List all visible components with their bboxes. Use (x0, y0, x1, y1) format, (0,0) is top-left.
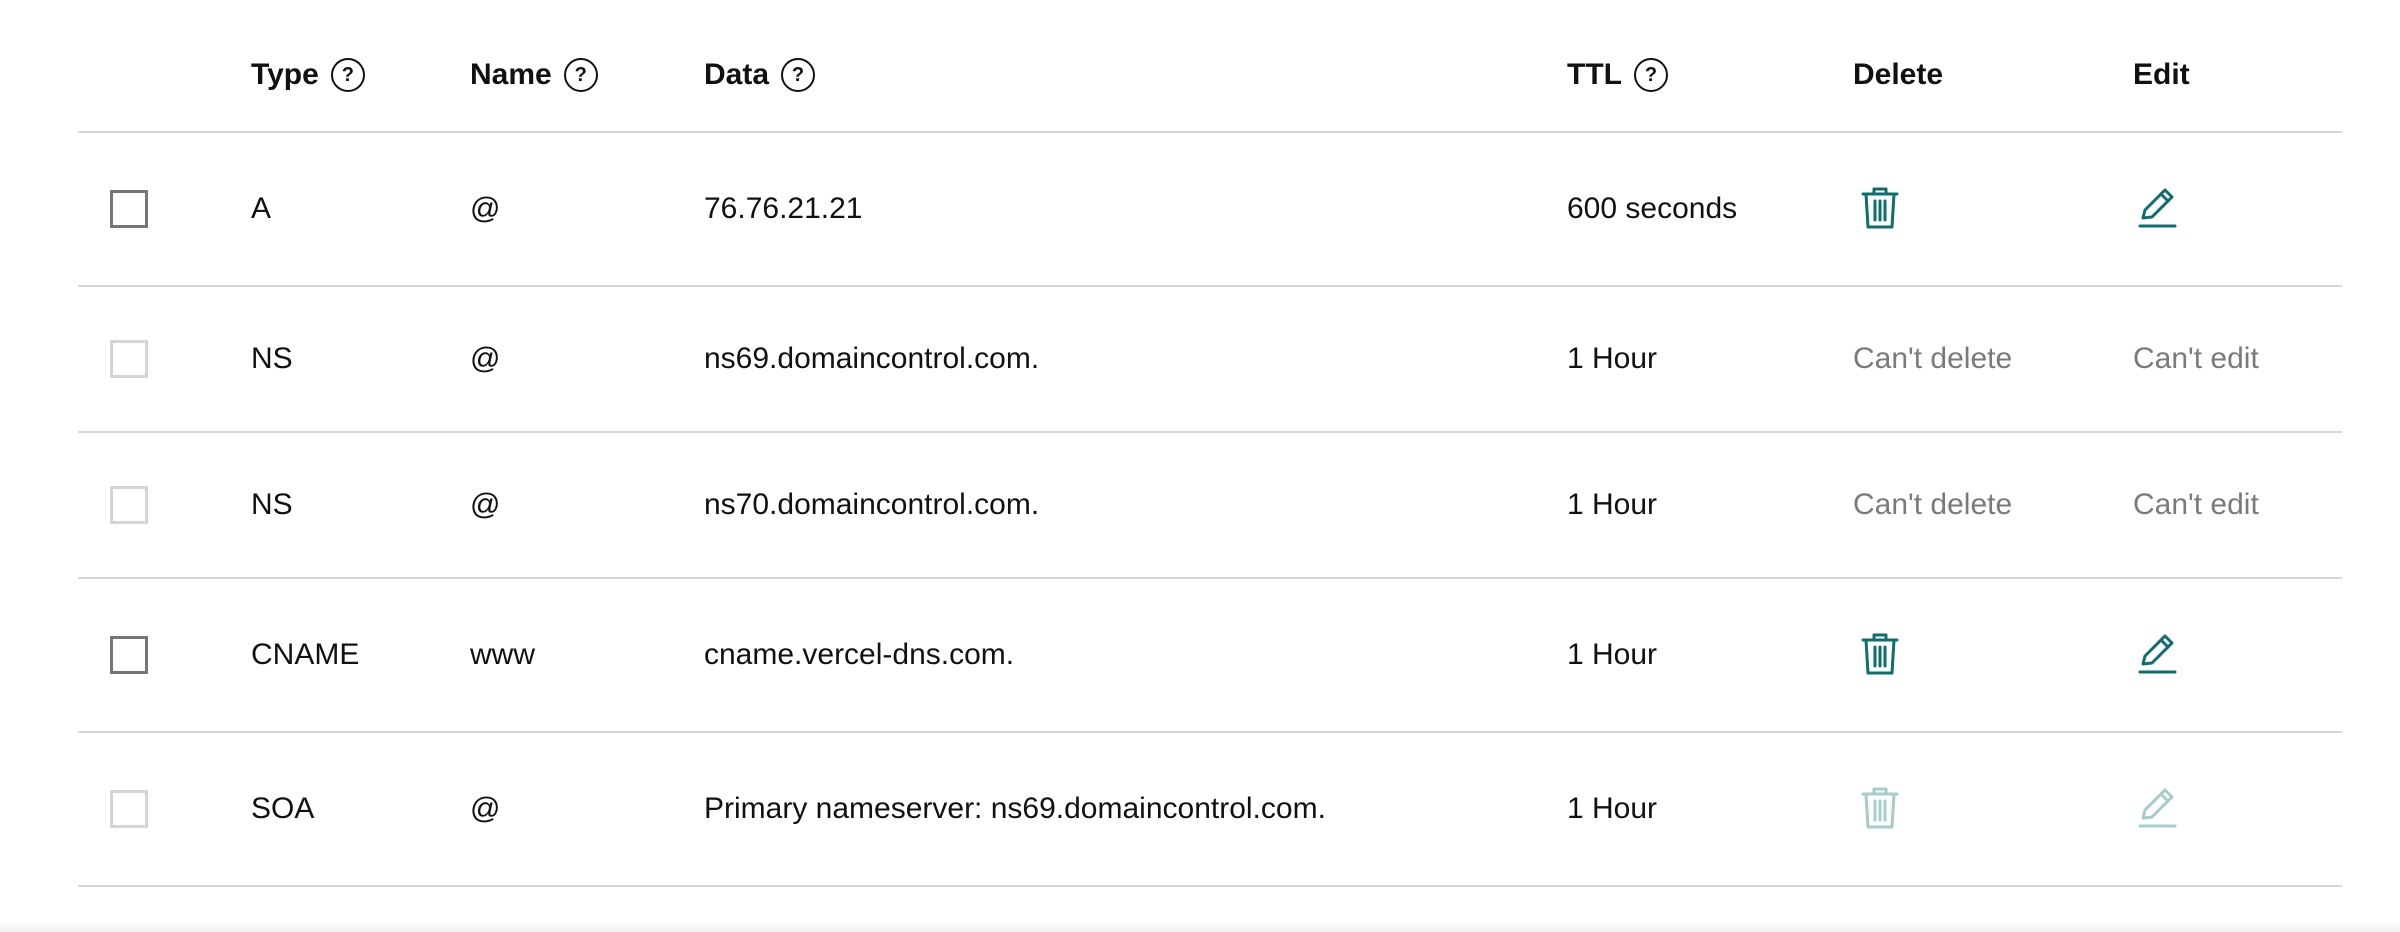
edit-cell (2133, 183, 2183, 235)
delete-cell (1853, 183, 1905, 235)
header-name-label: Name (470, 58, 552, 91)
header-type-label: Type (251, 58, 319, 91)
table-row: CNAME www cname.vercel-dns.com. 1 Hour (78, 579, 2342, 733)
record-name: www (470, 638, 535, 671)
row-checkbox-cell (110, 190, 148, 228)
ttl-help-icon[interactable]: ? (1633, 58, 1668, 92)
header-name: Name ? (470, 58, 598, 92)
record-ttl: 1 Hour (1567, 792, 1658, 825)
record-ttl: 1 Hour (1567, 638, 1658, 671)
header-edit-label: Edit (2133, 58, 2190, 91)
record-ttl: 1 Hour (1567, 488, 1658, 521)
record-data: ns70.domaincontrol.com. (704, 488, 1040, 521)
cant-edit-text: Can't edit (2133, 488, 2259, 521)
row-checkbox-disabled (110, 486, 148, 524)
pencil-icon[interactable] (2133, 183, 2183, 233)
cant-edit-text: Can't edit (2133, 342, 2259, 375)
header-type: Type ? (251, 58, 365, 92)
delete-cell (1853, 783, 1905, 835)
header-data: Data ? (704, 58, 816, 92)
trash-icon[interactable] (1855, 183, 1905, 233)
row-checkbox-cell (110, 340, 148, 378)
header-ttl: TTL ? (1567, 58, 1668, 92)
record-name: @ (470, 488, 501, 521)
pencil-icon-disabled (2133, 783, 2183, 833)
trash-icon-disabled (1855, 783, 1905, 833)
pencil-icon[interactable] (2133, 629, 2183, 679)
cant-delete-text: Can't delete (1853, 342, 2013, 375)
table-row: A @ 76.76.21.21 600 seconds (78, 133, 2342, 287)
record-type: NS (251, 488, 293, 521)
record-ttl: 600 seconds (1567, 192, 1738, 225)
record-data: 76.76.21.21 (704, 192, 863, 225)
record-type: CNAME (251, 638, 360, 671)
table-row: NS @ ns70.domaincontrol.com. 1 Hour Can'… (78, 433, 2342, 579)
record-type: NS (251, 342, 293, 375)
record-type: SOA (251, 792, 315, 825)
edit-cell (2133, 783, 2183, 835)
row-checkbox-cell (110, 636, 148, 674)
row-checkbox[interactable] (110, 636, 148, 674)
dns-records-table: Type ? Name ? Data ? TTL ? Delete Edit A… (78, 0, 2342, 887)
name-help-icon[interactable]: ? (563, 58, 598, 92)
row-checkbox-cell (110, 486, 148, 524)
record-name: @ (470, 792, 501, 825)
record-name: @ (470, 342, 501, 375)
edit-cell (2133, 629, 2183, 681)
record-type: A (251, 192, 272, 225)
header-data-label: Data (704, 58, 770, 91)
table-row: NS @ ns69.domaincontrol.com. 1 Hour Can'… (78, 287, 2342, 433)
data-help-icon[interactable]: ? (781, 58, 816, 92)
table-header-row: Type ? Name ? Data ? TTL ? Delete Edit (78, 0, 2342, 133)
record-data: Primary nameserver: ns69.domaincontrol.c… (704, 792, 1326, 825)
header-ttl-label: TTL (1567, 58, 1622, 91)
record-name: @ (470, 192, 501, 225)
record-data: ns69.domaincontrol.com. (704, 342, 1040, 375)
trash-icon[interactable] (1855, 629, 1905, 679)
header-delete-label: Delete (1853, 58, 1944, 91)
row-checkbox-disabled (110, 340, 148, 378)
delete-cell (1853, 629, 1905, 681)
bottom-edge-shadow (0, 922, 2400, 932)
cant-delete-text: Can't delete (1853, 488, 2013, 521)
record-data: cname.vercel-dns.com. (704, 638, 1015, 671)
record-ttl: 1 Hour (1567, 342, 1658, 375)
row-checkbox-disabled (110, 790, 148, 828)
type-help-icon[interactable]: ? (330, 58, 365, 92)
table-row: SOA @ Primary nameserver: ns69.domaincon… (78, 733, 2342, 887)
header-edit: Edit (2133, 58, 2190, 92)
row-checkbox[interactable] (110, 190, 148, 228)
row-checkbox-cell (110, 790, 148, 828)
header-delete: Delete (1853, 58, 1943, 92)
